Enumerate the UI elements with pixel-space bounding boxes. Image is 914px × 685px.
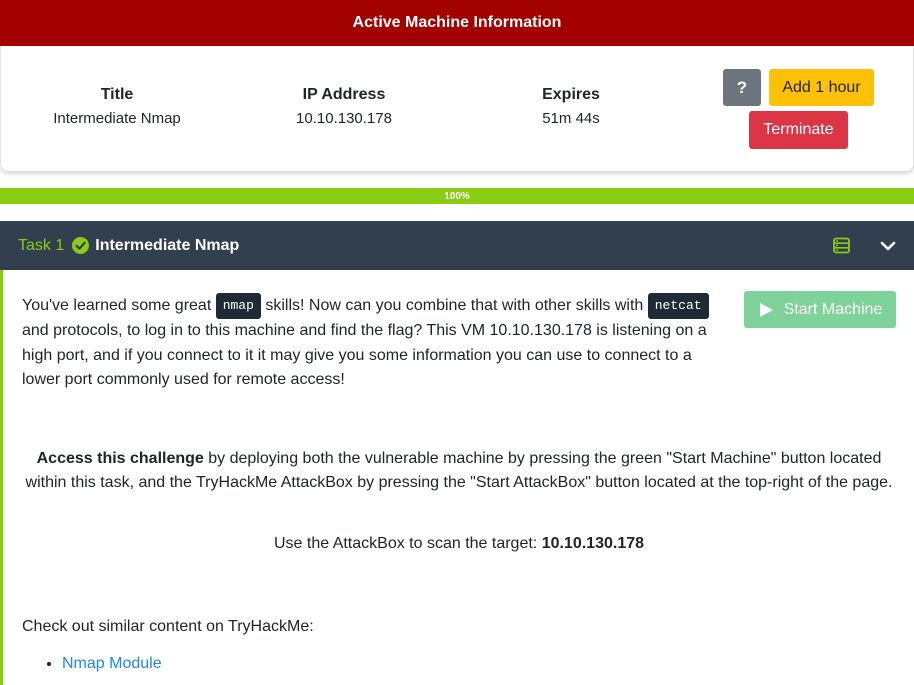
active-machine-header: Active Machine Information — [0, 0, 914, 46]
machine-title-column: Title Intermediate Nmap — [7, 86, 227, 127]
netcat-code: netcat — [647, 293, 709, 319]
ip-address-value: 10.10.130.178 — [296, 110, 392, 127]
terminate-button[interactable]: Terminate — [749, 111, 848, 149]
access-challenge-bold: Access this challenge — [36, 450, 204, 467]
start-machine-label: Start Machine — [783, 300, 883, 318]
help-button[interactable]: ? — [723, 69, 761, 106]
active-machine-title: Active Machine Information — [352, 14, 562, 31]
target-line: Use the AttackBox to scan the target: 10… — [22, 535, 896, 553]
target-prefix: Use the AttackBox to scan the target: — [273, 535, 542, 552]
nmap-module-link[interactable]: Nmap Module — [62, 655, 162, 672]
target-ip: 10.10.130.178 — [541, 535, 645, 552]
list-item: Nmap Module — [62, 655, 162, 673]
intro-text-3: and protocols, to log in to this machine… — [22, 322, 707, 388]
task-body: You've learned some great nmap skills! N… — [0, 270, 914, 685]
expires-label: Expires — [542, 86, 600, 103]
expires-column: Expires 51m 44s — [461, 86, 681, 127]
start-machine-button[interactable]: Start Machine — [744, 291, 896, 328]
check-circle-icon — [72, 237, 90, 254]
chevron-down-icon[interactable] — [879, 237, 897, 255]
intro-text-2: skills! Now can you combine that with ot… — [260, 297, 648, 315]
add-1-hour-button[interactable]: Add 1 hour — [769, 69, 874, 106]
task-title: Intermediate Nmap — [95, 236, 240, 254]
access-challenge-paragraph: Access this challenge by deploying both … — [22, 447, 896, 495]
task-intro-paragraph: You've learned some great nmap skills! N… — [22, 293, 722, 393]
nmap-code: nmap — [215, 293, 261, 319]
progress-label: 100% — [444, 190, 470, 202]
expires-value: 51m 44s — [542, 110, 600, 127]
play-icon — [758, 302, 774, 318]
machine-info-card: Title Intermediate Nmap IP Address 10.10… — [0, 46, 914, 172]
intro-text-1: You've learned some great — [22, 297, 216, 315]
similar-content-text: Check out similar content on TryHackMe: — [22, 618, 314, 635]
machine-title-value: Intermediate Nmap — [53, 110, 181, 127]
machine-title-label: Title — [100, 86, 134, 103]
task-number: Task 1 — [18, 236, 65, 254]
task-header[interactable]: Task 1 Intermediate Nmap — [0, 221, 914, 270]
ip-address-label: IP Address — [302, 86, 386, 103]
ip-address-column: IP Address 10.10.130.178 — [234, 86, 454, 127]
list-icon[interactable] — [833, 237, 850, 254]
progress-fill: 100% — [0, 188, 914, 204]
progress-bar: 100% — [0, 188, 914, 204]
module-list: Nmap Module — [43, 655, 162, 673]
